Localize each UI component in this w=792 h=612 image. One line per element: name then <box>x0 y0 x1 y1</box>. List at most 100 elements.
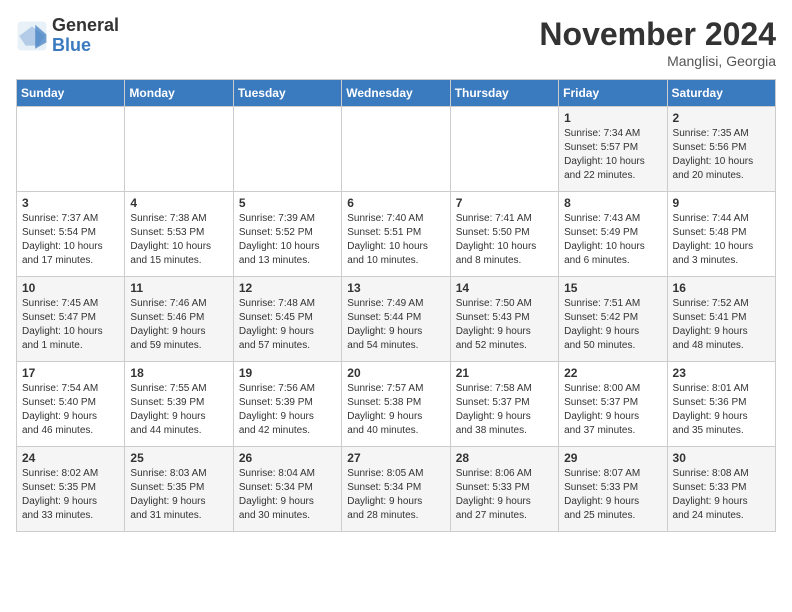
calendar-day-cell: 9 Sunrise: 7:44 AM Sunset: 5:48 PM Daylig… <box>667 192 775 277</box>
day-info: Sunrise: 7:37 AM Sunset: 5:54 PM Dayligh… <box>22 212 119 268</box>
calendar-day-cell: 12 Sunrise: 7:48 AM Sunset: 5:45 PM Dayli… <box>233 277 341 362</box>
calendar-day-cell: 2Sunrise: 7:35 AM Sunset: 5:56 PM Daylig… <box>667 107 775 192</box>
day-number: 3 <box>22 196 119 210</box>
day-info: Sunrise: 7:55 AM Sunset: 5:39 PM Dayligh… <box>130 382 227 438</box>
calendar-day-cell: 3 Sunrise: 7:37 AM Sunset: 5:54 PM Daylig… <box>17 192 125 277</box>
day-of-week-header: Monday <box>125 80 233 107</box>
calendar-day-cell <box>125 107 233 192</box>
day-info: Sunrise: 8:00 AM Sunset: 5:37 PM Dayligh… <box>564 382 661 438</box>
logo-general-text: General <box>52 16 119 36</box>
day-info: Sunrise: 8:02 AM Sunset: 5:35 PM Dayligh… <box>22 467 119 523</box>
day-number: 8 <box>564 196 661 210</box>
day-number: 15 <box>564 281 661 295</box>
day-number: 14 <box>456 281 553 295</box>
calendar-day-cell: 7 Sunrise: 7:41 AM Sunset: 5:50 PM Daylig… <box>450 192 558 277</box>
day-of-week-header: Saturday <box>667 80 775 107</box>
calendar-day-cell: 1 Sunrise: 7:34 AM Sunset: 5:57 PM Daylig… <box>559 107 667 192</box>
day-info: Sunrise: 8:04 AM Sunset: 5:34 PM Dayligh… <box>239 467 336 523</box>
day-of-week-header: Friday <box>559 80 667 107</box>
day-info: Sunrise: 7:41 AM Sunset: 5:50 PM Dayligh… <box>456 212 553 268</box>
calendar-day-cell: 16 Sunrise: 7:52 AM Sunset: 5:41 PM Dayli… <box>667 277 775 362</box>
day-info: Sunrise: 7:45 AM Sunset: 5:47 PM Dayligh… <box>22 297 119 353</box>
calendar-table: SundayMondayTuesdayWednesdayThursdayFrid… <box>16 79 776 532</box>
logo: General Blue <box>16 16 119 56</box>
day-number: 12 <box>239 281 336 295</box>
day-number: 13 <box>347 281 444 295</box>
day-info: Sunrise: 7:44 AM Sunset: 5:48 PM Dayligh… <box>673 212 770 268</box>
day-info: Sunrise: 7:46 AM Sunset: 5:46 PM Dayligh… <box>130 297 227 353</box>
calendar-day-cell: 19 Sunrise: 7:56 AM Sunset: 5:39 PM Dayli… <box>233 362 341 447</box>
day-info: Sunrise: 7:56 AM Sunset: 5:39 PM Dayligh… <box>239 382 336 438</box>
day-number: 29 <box>564 451 661 465</box>
day-info: Sunrise: 7:43 AM Sunset: 5:49 PM Dayligh… <box>564 212 661 268</box>
day-number: 20 <box>347 366 444 380</box>
calendar-day-cell <box>17 107 125 192</box>
calendar-day-cell: 24 Sunrise: 8:02 AM Sunset: 5:35 PM Dayli… <box>17 447 125 532</box>
calendar-day-cell: 26 Sunrise: 8:04 AM Sunset: 5:34 PM Dayli… <box>233 447 341 532</box>
day-number: 11 <box>130 281 227 295</box>
day-of-week-header: Tuesday <box>233 80 341 107</box>
calendar-day-cell: 25 Sunrise: 8:03 AM Sunset: 5:35 PM Dayli… <box>125 447 233 532</box>
calendar-header-row: SundayMondayTuesdayWednesdayThursdayFrid… <box>17 80 776 107</box>
calendar-day-cell: 8 Sunrise: 7:43 AM Sunset: 5:49 PM Daylig… <box>559 192 667 277</box>
day-number: 28 <box>456 451 553 465</box>
day-number: 25 <box>130 451 227 465</box>
day-number: 4 <box>130 196 227 210</box>
day-number: 17 <box>22 366 119 380</box>
day-info: Sunrise: 7:38 AM Sunset: 5:53 PM Dayligh… <box>130 212 227 268</box>
calendar-day-cell: 17 Sunrise: 7:54 AM Sunset: 5:40 PM Dayli… <box>17 362 125 447</box>
calendar-day-cell: 11 Sunrise: 7:46 AM Sunset: 5:46 PM Dayli… <box>125 277 233 362</box>
day-number: 10 <box>22 281 119 295</box>
calendar-day-cell: 6 Sunrise: 7:40 AM Sunset: 5:51 PM Daylig… <box>342 192 450 277</box>
day-number: 26 <box>239 451 336 465</box>
day-info: Sunrise: 7:40 AM Sunset: 5:51 PM Dayligh… <box>347 212 444 268</box>
calendar-day-cell: 21Sunrise: 7:58 AM Sunset: 5:37 PM Dayli… <box>450 362 558 447</box>
day-info: Sunrise: 8:07 AM Sunset: 5:33 PM Dayligh… <box>564 467 661 523</box>
day-info: Sunrise: 7:57 AM Sunset: 5:38 PM Dayligh… <box>347 382 444 438</box>
logo-icon <box>16 20 48 52</box>
day-info: Sunrise: 7:50 AM Sunset: 5:43 PM Dayligh… <box>456 297 553 353</box>
day-info: Sunrise: 7:48 AM Sunset: 5:45 PM Dayligh… <box>239 297 336 353</box>
title-area: November 2024 Manglisi, Georgia <box>539 16 776 69</box>
day-number: 22 <box>564 366 661 380</box>
day-number: 7 <box>456 196 553 210</box>
day-number: 21 <box>456 366 553 380</box>
day-of-week-header: Thursday <box>450 80 558 107</box>
day-info: Sunrise: 8:03 AM Sunset: 5:35 PM Dayligh… <box>130 467 227 523</box>
day-info: Sunrise: 8:06 AM Sunset: 5:33 PM Dayligh… <box>456 467 553 523</box>
calendar-day-cell: 14 Sunrise: 7:50 AM Sunset: 5:43 PM Dayli… <box>450 277 558 362</box>
day-number: 16 <box>673 281 770 295</box>
calendar-day-cell: 28 Sunrise: 8:06 AM Sunset: 5:33 PM Dayli… <box>450 447 558 532</box>
day-number: 6 <box>347 196 444 210</box>
logo-blue-text: Blue <box>52 36 119 56</box>
page-header: General Blue November 2024 Manglisi, Geo… <box>16 16 776 69</box>
day-of-week-header: Wednesday <box>342 80 450 107</box>
calendar-day-cell <box>233 107 341 192</box>
day-info: Sunrise: 7:54 AM Sunset: 5:40 PM Dayligh… <box>22 382 119 438</box>
calendar-day-cell: 20 Sunrise: 7:57 AM Sunset: 5:38 PM Dayli… <box>342 362 450 447</box>
day-info: Sunrise: 8:08 AM Sunset: 5:33 PM Dayligh… <box>673 467 770 523</box>
calendar-day-cell: 27Sunrise: 8:05 AM Sunset: 5:34 PM Dayli… <box>342 447 450 532</box>
day-info: Sunrise: 7:51 AM Sunset: 5:42 PM Dayligh… <box>564 297 661 353</box>
day-number: 23 <box>673 366 770 380</box>
day-info: Sunrise: 7:52 AM Sunset: 5:41 PM Dayligh… <box>673 297 770 353</box>
day-number: 1 <box>564 111 661 125</box>
day-number: 19 <box>239 366 336 380</box>
calendar-day-cell: 22 Sunrise: 8:00 AM Sunset: 5:37 PM Dayli… <box>559 362 667 447</box>
calendar-day-cell: 5Sunrise: 7:39 AM Sunset: 5:52 PM Daylig… <box>233 192 341 277</box>
calendar-day-cell: 30Sunrise: 8:08 AM Sunset: 5:33 PM Dayli… <box>667 447 775 532</box>
day-number: 24 <box>22 451 119 465</box>
day-of-week-header: Sunday <box>17 80 125 107</box>
day-info: Sunrise: 8:01 AM Sunset: 5:36 PM Dayligh… <box>673 382 770 438</box>
calendar-day-cell: 10 Sunrise: 7:45 AM Sunset: 5:47 PM Dayli… <box>17 277 125 362</box>
calendar-week-row: 17 Sunrise: 7:54 AM Sunset: 5:40 PM Dayli… <box>17 362 776 447</box>
day-info: Sunrise: 7:39 AM Sunset: 5:52 PM Dayligh… <box>239 212 336 268</box>
day-info: Sunrise: 7:34 AM Sunset: 5:57 PM Dayligh… <box>564 127 661 183</box>
calendar-day-cell <box>450 107 558 192</box>
calendar-week-row: 10 Sunrise: 7:45 AM Sunset: 5:47 PM Dayli… <box>17 277 776 362</box>
month-title: November 2024 <box>539 16 776 53</box>
day-number: 9 <box>673 196 770 210</box>
day-number: 2 <box>673 111 770 125</box>
calendar-day-cell: 13Sunrise: 7:49 AM Sunset: 5:44 PM Dayli… <box>342 277 450 362</box>
day-info: Sunrise: 8:05 AM Sunset: 5:34 PM Dayligh… <box>347 467 444 523</box>
